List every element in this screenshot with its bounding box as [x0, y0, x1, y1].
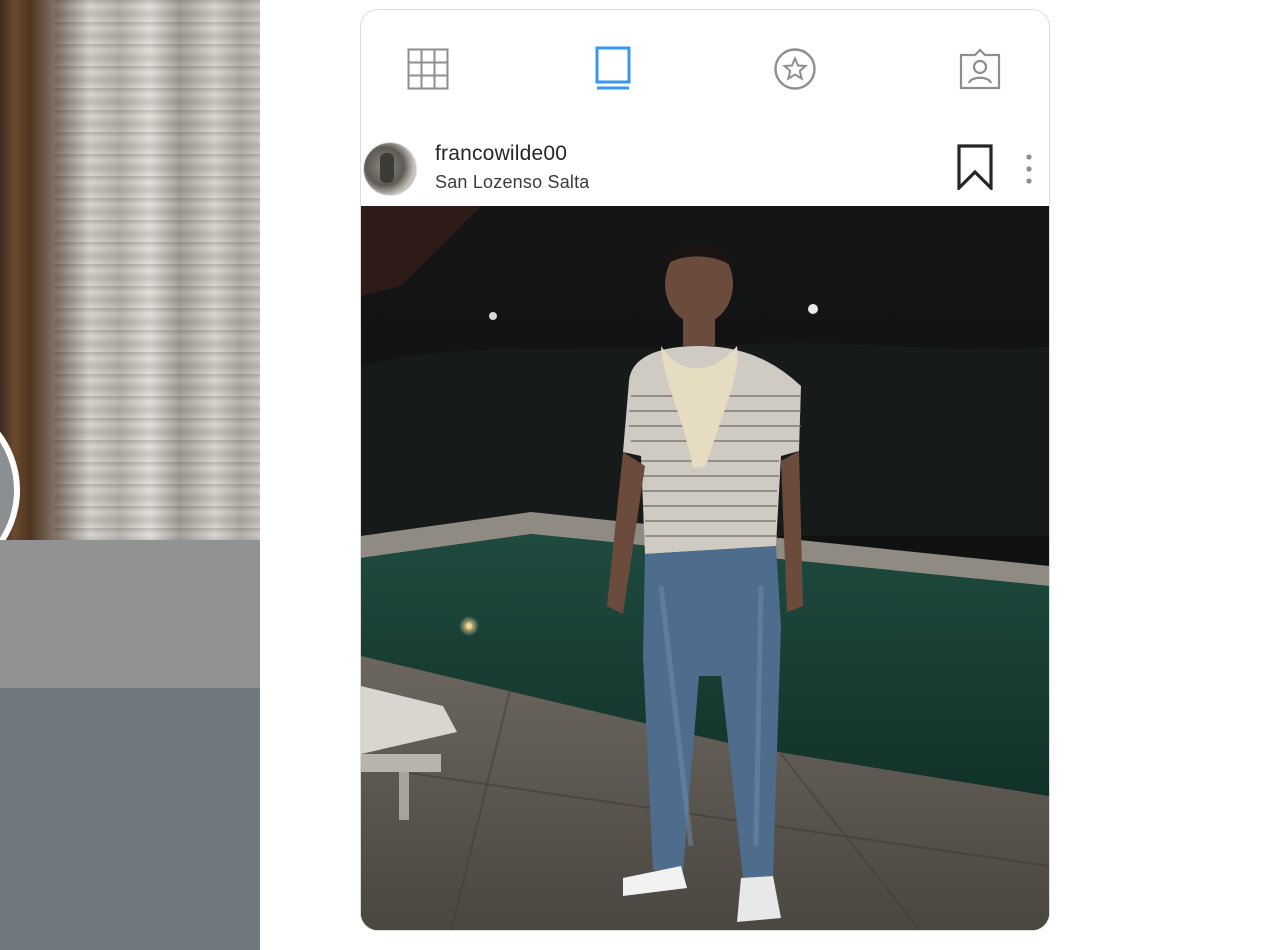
profile-background: [0, 0, 260, 950]
post-photo[interactable]: [361, 206, 1049, 930]
page: francowilde00 San Lozenso Salta: [0, 0, 1287, 950]
profile-tabs: [361, 10, 1049, 120]
more-options-button[interactable]: [1021, 152, 1037, 186]
bookmark-icon: [957, 144, 993, 192]
post-image: [361, 206, 1049, 930]
avatar[interactable]: [363, 142, 417, 196]
tab-igtv[interactable]: [772, 46, 818, 92]
grid-icon: [407, 48, 449, 90]
save-button[interactable]: [955, 144, 995, 192]
tagged-icon: [959, 48, 1001, 90]
tab-grid[interactable]: [405, 46, 451, 92]
feed-icon: [595, 46, 631, 90]
profile-band: [0, 540, 260, 688]
post-header: francowilde00 San Lozenso Salta: [361, 122, 1049, 214]
username[interactable]: francowilde00: [435, 142, 567, 166]
profile-lower-area: [0, 688, 260, 950]
cover-photo-texture: [55, 0, 260, 540]
tab-feed[interactable]: [590, 46, 636, 92]
instagram-post-card: francowilde00 San Lozenso Salta: [360, 9, 1050, 931]
tab-tagged[interactable]: [957, 46, 1003, 92]
igtv-icon: [774, 48, 816, 90]
location[interactable]: San Lozenso Salta: [435, 172, 590, 193]
more-icon: [1026, 154, 1032, 184]
